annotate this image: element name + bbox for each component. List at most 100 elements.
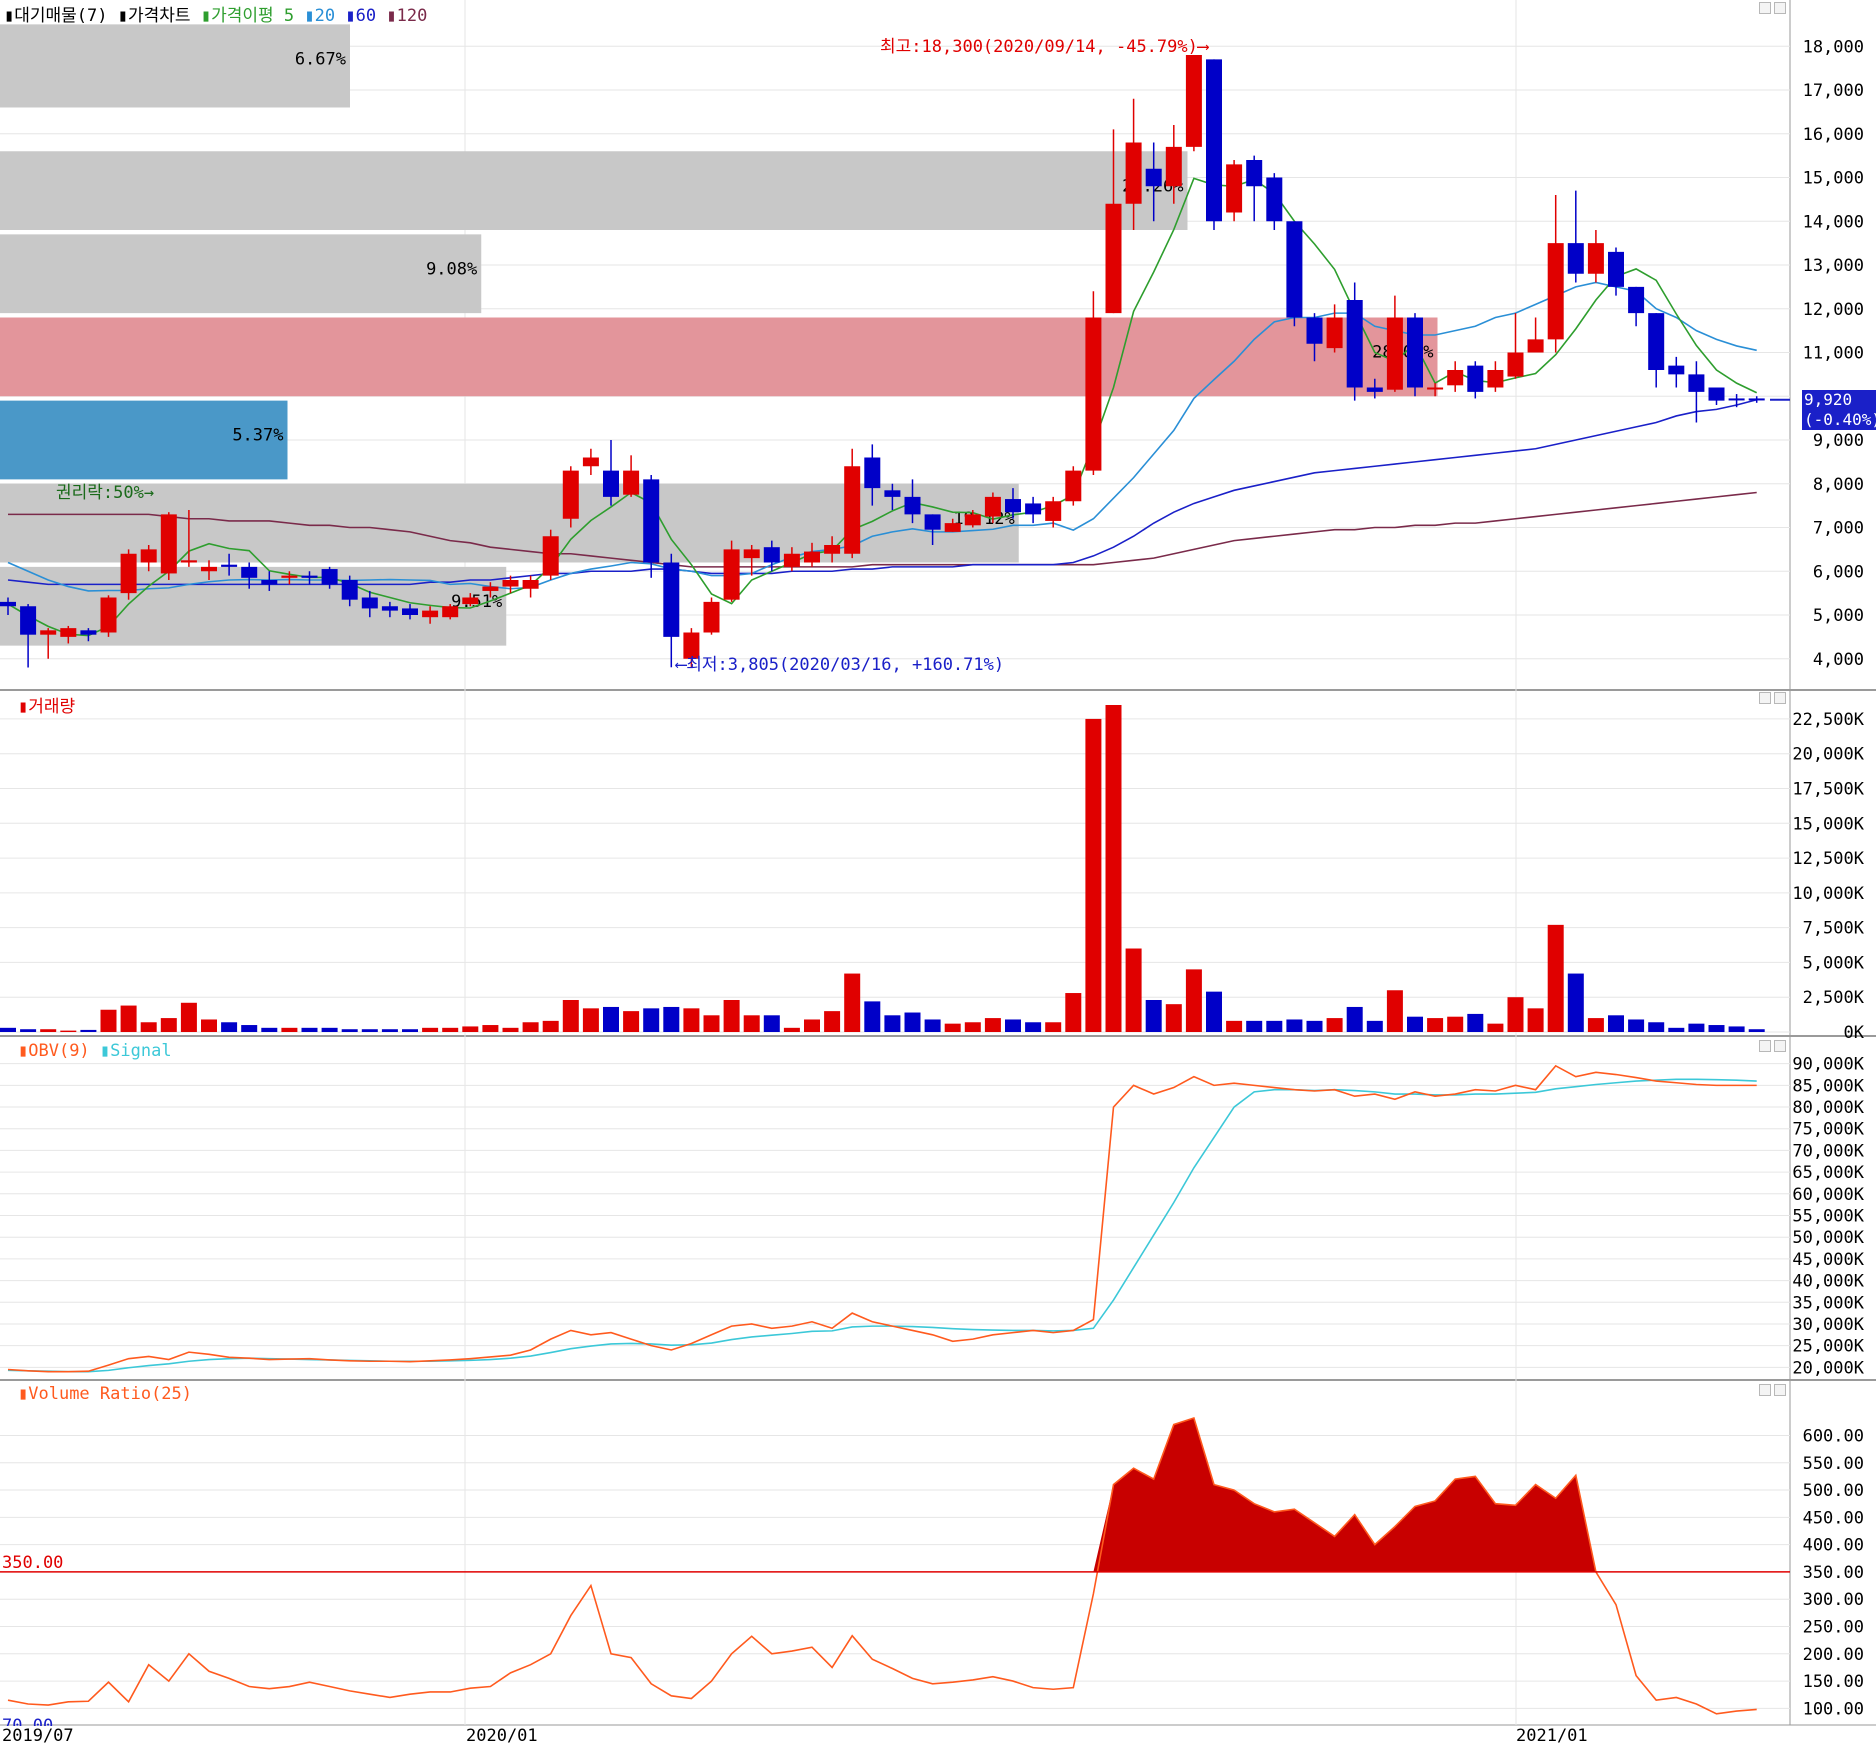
volume-tick-label: 5,000K: [1803, 953, 1865, 973]
price-tick-label: 13,000: [1803, 256, 1864, 276]
supply-zone-2: [0, 234, 482, 314]
volume-bar: [1366, 1020, 1383, 1032]
volume-bar: [1427, 1018, 1444, 1032]
candle-body: [884, 490, 901, 497]
volume-bar: [1507, 997, 1524, 1032]
rights-annotation: 권리락:50%→: [56, 483, 155, 503]
obv-tick-label: 70,000K: [1792, 1141, 1864, 1161]
legend-ma[interactable]: ▮가격이평 5: [201, 6, 294, 26]
volume-bar: [562, 999, 579, 1032]
vr-legend[interactable]: ▮Volume Ratio(25): [18, 1384, 192, 1404]
high-annotation: 최고:18,300(2020/09/14, -45.79%)⟶: [880, 37, 1209, 57]
price-tick-label: 6,000: [1813, 562, 1864, 582]
candle-body: [1326, 317, 1343, 349]
low-annotation: ⟵최저:3,805(2020/03/16, +160.71%): [676, 655, 1005, 675]
volume-bar: [964, 1022, 981, 1032]
candle-body: [1407, 317, 1423, 388]
candle-body: [301, 575, 318, 578]
obv-tick-label: 45,000K: [1792, 1250, 1864, 1270]
volume-bar: [442, 1027, 459, 1032]
volume-bar: [140, 1022, 157, 1032]
volume-bar: [783, 1027, 800, 1032]
volume-bar: [542, 1020, 559, 1032]
volume-bar: [1688, 1023, 1705, 1032]
candle-body: [904, 496, 921, 515]
supply-zone-pct-0: 6.67%: [295, 49, 346, 69]
volume-bar: [1105, 705, 1122, 1032]
obv-tick-label: 50,000K: [1792, 1228, 1864, 1248]
price-tick-label: 12,000: [1803, 300, 1864, 320]
obv-panel-close-button[interactable]: [1774, 1040, 1786, 1052]
x-label-2020-01: 2020/01: [466, 1726, 538, 1746]
legend-price-chart[interactable]: ▮가격차트: [118, 6, 191, 26]
legend-supply-zone-label: 대기매물(7): [14, 6, 108, 26]
volume-panel-minimize-button[interactable]: [1759, 692, 1771, 704]
obv-tick-label: 80,000K: [1792, 1098, 1864, 1118]
vr-legend-label: Volume Ratio(25): [28, 1384, 193, 1404]
candle-body: [1668, 365, 1685, 375]
volume-bar: [462, 1026, 479, 1032]
price-tick-label: 16,000: [1803, 125, 1864, 145]
volume-bar: [1728, 1026, 1745, 1032]
volume-tick-label: 20,000K: [1792, 745, 1864, 765]
volume-bar: [60, 1030, 77, 1032]
volume-bar: [723, 999, 740, 1032]
volume-legend-label: 거래량: [28, 697, 76, 717]
vr-panel-close-button[interactable]: [1774, 1384, 1786, 1396]
price-legend: ▮대기매물(7) ▮가격차트 ▮가격이평 5 ▮20 ▮60 ▮120: [4, 1, 427, 26]
volume-tick-label: 22,500K: [1792, 710, 1864, 730]
candle-body: [422, 610, 439, 618]
legend-price-chart-label: 가격차트: [128, 6, 191, 26]
candle-body: [703, 601, 720, 633]
price-tick-label: 8,000: [1813, 475, 1864, 495]
legend-obv[interactable]: ▮OBV(9): [18, 1041, 90, 1061]
price-panel-close-button[interactable]: [1774, 2, 1786, 14]
candle-body: [1547, 243, 1564, 340]
candle-body: [582, 457, 599, 467]
candle-body: [1346, 300, 1363, 388]
volume-bar: [120, 1005, 137, 1032]
candle-body: [281, 575, 298, 578]
volume-bar: [864, 1001, 881, 1032]
price-tick-label: 4,000: [1813, 650, 1864, 670]
vr-tick-label: 350.00: [1803, 1563, 1864, 1583]
volume-bar: [1246, 1020, 1263, 1032]
candle-body: [381, 606, 398, 611]
volume-bar: [381, 1029, 398, 1032]
volume-bar: [804, 1019, 820, 1032]
legend-obv-label: OBV(9): [28, 1041, 90, 1061]
obv-tick-label: 90,000K: [1792, 1055, 1864, 1075]
volume-bar: [824, 1011, 841, 1032]
volume-bar: [1266, 1020, 1283, 1032]
price-tick-label: 7,000: [1813, 519, 1864, 539]
price-panel-minimize-button[interactable]: [1759, 2, 1771, 14]
obv-panel-minimize-button[interactable]: [1759, 1040, 1771, 1052]
volume-bar: [683, 1008, 700, 1032]
legend-ma120[interactable]: ▮120: [386, 6, 427, 26]
candle-body: [623, 470, 640, 495]
volume-bar: [944, 1023, 961, 1032]
candle-body: [562, 470, 579, 519]
volume-bar: [1708, 1025, 1725, 1032]
volume-legend[interactable]: ▮거래량: [18, 692, 75, 717]
candle-body: [964, 514, 981, 526]
volume-bar: [522, 1022, 539, 1032]
volume-panel-close-button[interactable]: [1774, 692, 1786, 704]
volume-bar: [1065, 993, 1082, 1032]
volume-bar: [1165, 1004, 1182, 1032]
candle-body: [1266, 177, 1283, 222]
signal-line: [7, 1078, 1757, 1373]
volume-bar: [1587, 1018, 1604, 1032]
legend-supply-zone[interactable]: ▮대기매물(7): [4, 6, 108, 26]
legend-ma20[interactable]: ▮20: [304, 6, 335, 26]
volume-bar: [402, 1029, 418, 1032]
candle-body: [261, 580, 278, 585]
candle-body: [1206, 59, 1222, 222]
volume-bar: [1185, 969, 1202, 1032]
price-tick-label: 15,000: [1803, 169, 1864, 189]
volume-bar: [1005, 1019, 1021, 1032]
vr-panel-minimize-button[interactable]: [1759, 1384, 1771, 1396]
legend-ma60[interactable]: ▮60: [345, 6, 376, 26]
legend-signal[interactable]: ▮Signal: [100, 1041, 172, 1061]
candle-body: [723, 549, 740, 600]
